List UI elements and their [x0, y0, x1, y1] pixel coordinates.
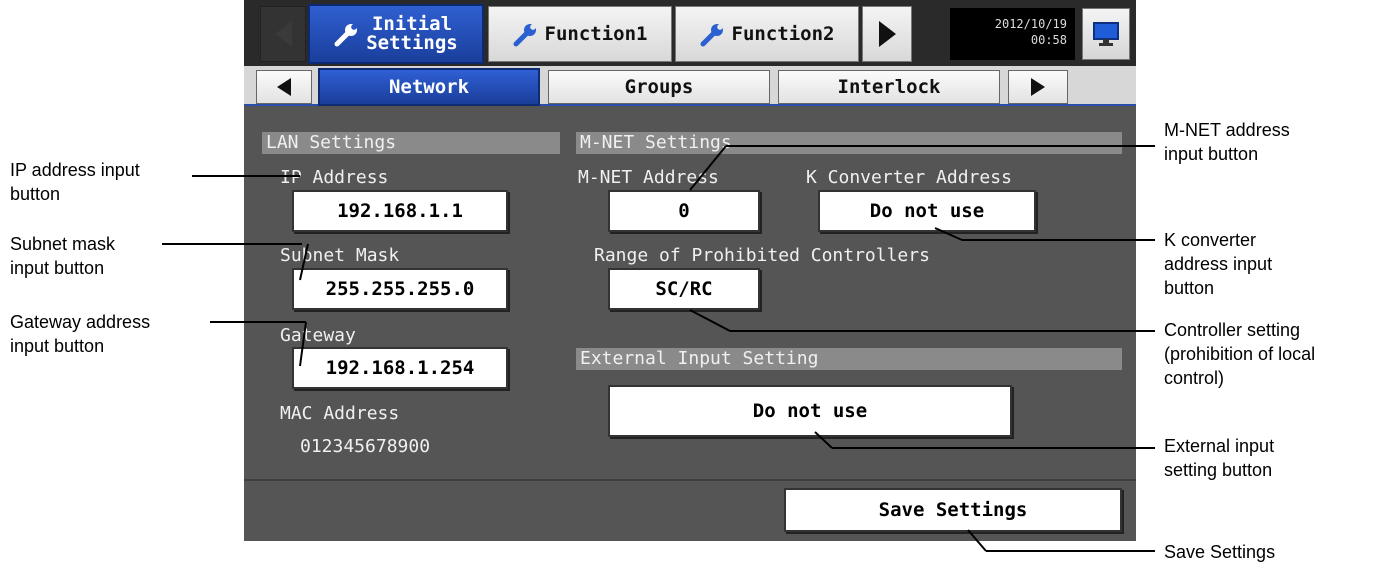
annotation-external: External input setting button: [1164, 434, 1274, 482]
annotation-line: K converter: [1164, 230, 1257, 250]
annotation-line: Gateway address: [10, 312, 151, 332]
annotation-line: button: [1164, 278, 1215, 298]
annotation-line: External input: [1164, 436, 1275, 456]
annotation-line: input button: [1164, 144, 1259, 164]
annotation-controller: Controller setting (prohibition of local…: [1164, 318, 1315, 390]
annotation-line: setting button: [1164, 460, 1273, 480]
annotation-ip: IP address input button: [10, 158, 140, 206]
annotation-line: Controller setting: [1164, 320, 1301, 340]
annotation-line: input button: [10, 258, 105, 278]
annotation-kconv: K converter address input button: [1164, 228, 1272, 300]
annotation-line: (prohibition of local: [1164, 344, 1316, 364]
annotation-mnet: M-NET address input button: [1164, 118, 1290, 166]
annotation-save: Save Settings: [1164, 540, 1275, 564]
annotation-line: control): [1164, 368, 1225, 388]
annotation-gateway: Gateway address input button: [10, 310, 150, 358]
annotation-line: Save Settings: [1164, 542, 1276, 562]
annotation-line: Subnet mask: [10, 234, 116, 254]
annotation-line: IP address input: [10, 160, 140, 180]
annotation-line: button: [10, 184, 61, 204]
annotation-subnet: Subnet mask input button: [10, 232, 115, 280]
annotation-line: input button: [10, 336, 105, 356]
annotation-line: M-NET address: [1164, 120, 1290, 140]
annotation-line: address input: [1164, 254, 1273, 274]
